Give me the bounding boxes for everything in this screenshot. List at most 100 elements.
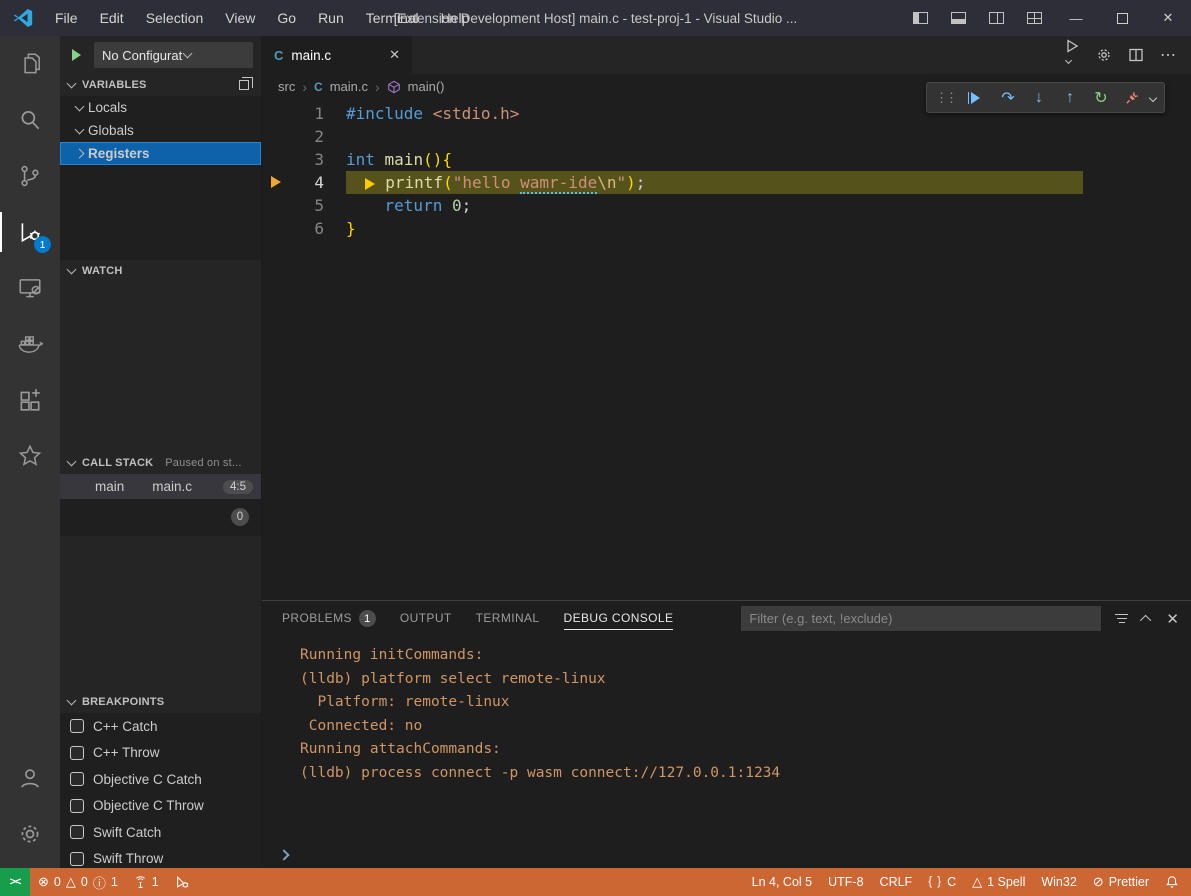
step-out-button[interactable]: ↑	[1061, 88, 1079, 108]
chevron-right-icon: ›	[302, 79, 307, 95]
toggle-panel-icon[interactable]	[939, 0, 977, 36]
code-token: ;	[636, 173, 646, 192]
encoding-indicator[interactable]: UTF-8	[820, 868, 871, 896]
sidebar-item-star[interactable]	[0, 428, 60, 484]
breadcrumb-file[interactable]: main.c	[330, 79, 368, 94]
restart-button[interactable]: ↻	[1092, 88, 1110, 108]
close-button[interactable]: ✕	[1145, 0, 1191, 36]
call-stack-section-header[interactable]: CALL STACK Paused on st...	[60, 452, 261, 474]
variables-section-header[interactable]: VARIABLES	[60, 74, 261, 96]
notifications-button[interactable]	[1157, 868, 1191, 896]
menu-go[interactable]: Go	[266, 0, 307, 36]
continue-button[interactable]	[968, 88, 986, 108]
step-over-button[interactable]: ↷	[999, 88, 1017, 108]
menu-selection[interactable]: Selection	[135, 0, 215, 36]
toggle-sidebar-icon[interactable]	[901, 0, 939, 36]
breakpoint-item[interactable]: Objective C Throw	[60, 793, 261, 820]
line-content: printf("hello wamr-ide\n");	[346, 171, 1083, 194]
warning-icon: △	[972, 874, 982, 890]
menu-file[interactable]: File	[44, 0, 89, 36]
code-token: \n	[597, 173, 616, 192]
problems-indicator[interactable]: ⊗0 △0 ⓘ1	[30, 868, 126, 896]
chevron-down-icon	[67, 696, 77, 706]
breakpoint-checkbox[interactable]	[70, 746, 84, 760]
panel-tab-problems[interactable]: PROBLEMS1	[282, 601, 376, 636]
split-editor-icon[interactable]	[1128, 47, 1144, 63]
call-stack-frame[interactable]: mainmain.c4:5	[60, 474, 261, 499]
panel-tab-terminal[interactable]: TERMINAL	[476, 601, 540, 636]
activity-bar: 1	[0, 36, 60, 868]
breakpoint-checkbox[interactable]	[70, 799, 84, 813]
code-token: wamr-ide	[520, 173, 597, 194]
breakpoint-item[interactable]: C++ Catch	[60, 713, 261, 740]
account-button[interactable]	[0, 750, 60, 806]
breakpoint-checkbox[interactable]	[70, 772, 84, 786]
disconnect-button[interactable]	[1123, 88, 1141, 108]
chevron-down-icon[interactable]	[1149, 93, 1157, 101]
debug-status-button[interactable]	[167, 868, 197, 896]
filter-icon[interactable]	[1115, 614, 1128, 624]
menu-edit[interactable]: Edit	[89, 0, 135, 36]
spell-checker-indicator[interactable]: △ 1 Spell	[964, 868, 1033, 896]
toggle-secondary-sidebar-icon[interactable]	[977, 0, 1015, 36]
maximize-panel-icon[interactable]	[1140, 614, 1151, 625]
console-filter-input[interactable]	[741, 606, 1101, 631]
settings-button[interactable]	[0, 806, 60, 862]
maximize-button[interactable]	[1099, 0, 1145, 36]
gutter-glyph-margin	[262, 125, 288, 148]
breakpoint-checkbox[interactable]	[70, 825, 84, 839]
run-or-debug-button[interactable]	[1064, 38, 1080, 72]
breakpoint-checkbox[interactable]	[70, 719, 84, 733]
code-token: 0	[452, 196, 462, 215]
vscode-logo-icon	[12, 7, 34, 29]
formatter-indicator[interactable]: ⊘ Prettier	[1085, 868, 1157, 896]
breakpoint-item[interactable]: Swift Throw	[60, 846, 261, 869]
account-icon	[17, 765, 43, 791]
breadcrumb-symbol[interactable]: main()	[408, 79, 445, 94]
breakpoint-checkbox[interactable]	[70, 852, 84, 866]
watch-section-header[interactable]: WATCH	[60, 260, 261, 282]
customize-layout-icon[interactable]	[1015, 0, 1053, 36]
panel-tab-output[interactable]: OUTPUT	[400, 601, 452, 636]
debug-console-output[interactable]: Running initCommands:(lldb) platform sel…	[262, 636, 1191, 868]
launch-config-dropdown[interactable]: No Configurat	[94, 42, 253, 68]
collapse-all-icon[interactable]	[239, 80, 249, 90]
platform-indicator[interactable]: Win32	[1033, 868, 1084, 896]
launch-settings-icon[interactable]	[1096, 47, 1112, 63]
remote-indicator[interactable]: ><	[0, 868, 30, 896]
drag-handle[interactable]: ⋮⋮	[935, 90, 955, 106]
sidebar-item-source-control[interactable]	[0, 148, 60, 204]
eol-indicator[interactable]: CRLF	[872, 868, 921, 896]
menu-view[interactable]: View	[214, 0, 266, 36]
variables-item-globals[interactable]: Globals	[60, 119, 261, 142]
breadcrumb-src[interactable]: src	[278, 79, 295, 94]
sidebar-item-extensions[interactable]	[0, 372, 60, 428]
sidebar-item-search[interactable]	[0, 92, 60, 148]
sidebar-item-explorer[interactable]	[0, 36, 60, 92]
breakpoint-item[interactable]: Objective C Catch	[60, 766, 261, 793]
sidebar-item-run-debug[interactable]: 1	[0, 204, 60, 260]
breakpoint-item[interactable]: Swift Catch	[60, 819, 261, 846]
panel-tab-debug-console[interactable]: DEBUG CONSOLE	[564, 601, 674, 636]
close-tab-icon[interactable]: ✕	[389, 47, 400, 63]
minimize-button[interactable]: —	[1053, 0, 1099, 36]
variables-item-registers[interactable]: Registers	[60, 142, 261, 165]
sidebar-item-remote-explorer[interactable]	[0, 260, 60, 316]
code-token	[423, 104, 433, 123]
language-indicator[interactable]: { } C	[920, 868, 964, 896]
close-panel-icon[interactable]: ✕	[1166, 610, 1179, 628]
gear-icon	[17, 821, 43, 847]
tab-main-c[interactable]: C main.c ✕	[262, 36, 412, 74]
breakpoint-item[interactable]: C++ Throw	[60, 740, 261, 767]
cursor-position[interactable]: Ln 4, Col 5	[744, 868, 820, 896]
menu-run[interactable]: Run	[307, 0, 355, 36]
variables-item-locals[interactable]: Locals	[60, 96, 261, 119]
step-into-button[interactable]: ↓	[1030, 88, 1048, 108]
breakpoint-label: Objective C Catch	[93, 772, 202, 787]
breakpoints-section-header[interactable]: BREAKPOINTS	[60, 691, 261, 713]
more-actions-icon[interactable]: ⋯	[1160, 45, 1177, 65]
start-debug-icon[interactable]	[72, 49, 87, 61]
ports-indicator[interactable]: 1	[126, 868, 167, 896]
sidebar-item-docker[interactable]	[0, 316, 60, 372]
code-editor[interactable]: 1#include <stdio.h>23int main(){4 printf…	[262, 99, 1191, 600]
